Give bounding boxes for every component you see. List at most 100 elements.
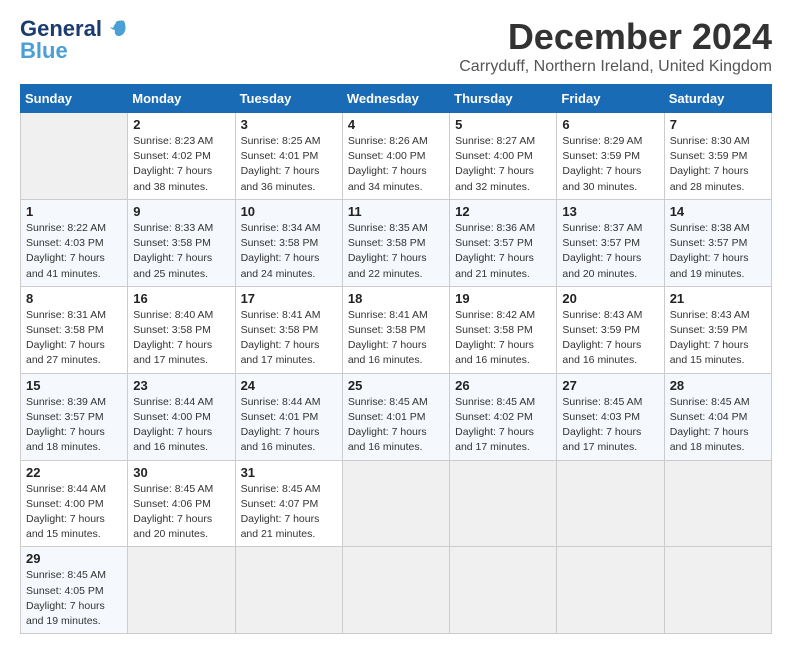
- day-info: Sunrise: 8:44 AMSunset: 4:01 PMDaylight:…: [241, 395, 337, 456]
- day-info: Sunrise: 8:35 AMSunset: 3:58 PMDaylight:…: [348, 221, 444, 282]
- calendar-week-row: 2Sunrise: 8:23 AMSunset: 4:02 PMDaylight…: [21, 113, 772, 200]
- day-number: 10: [241, 204, 337, 219]
- day-info: Sunrise: 8:45 AMSunset: 4:02 PMDaylight:…: [455, 395, 551, 456]
- day-number: 7: [670, 117, 766, 132]
- day-number: 19: [455, 291, 551, 306]
- day-number: 9: [133, 204, 229, 219]
- calendar-cell: 31 Sunrise: 8:45 AMSunset: 4:07 PMDayligh…: [235, 460, 342, 547]
- day-number: 16: [133, 291, 229, 306]
- day-info: Sunrise: 8:44 AMSunset: 4:00 PMDaylight:…: [133, 395, 229, 456]
- day-info: Sunrise: 8:29 AMSunset: 3:59 PMDaylight:…: [562, 134, 658, 195]
- day-number: 20: [562, 291, 658, 306]
- calendar-cell: [450, 547, 557, 634]
- day-info: Sunrise: 8:34 AMSunset: 3:58 PMDaylight:…: [241, 221, 337, 282]
- day-number: 15: [26, 378, 122, 393]
- day-number: 12: [455, 204, 551, 219]
- calendar-week-row: 22Sunrise: 8:44 AMSunset: 4:00 PMDayligh…: [21, 460, 772, 547]
- calendar-cell: [664, 547, 771, 634]
- calendar-cell: 17 Sunrise: 8:41 AMSunset: 3:58 PMDayligh…: [235, 286, 342, 373]
- day-info: Sunrise: 8:38 AMSunset: 3:57 PMDaylight:…: [670, 221, 766, 282]
- day-info: Sunrise: 8:36 AMSunset: 3:57 PMDaylight:…: [455, 221, 551, 282]
- calendar-cell: [342, 547, 449, 634]
- location-subtitle: Carryduff, Northern Ireland, United King…: [459, 58, 772, 76]
- calendar-cell: 19 Sunrise: 8:42 AMSunset: 3:58 PMDayligh…: [450, 286, 557, 373]
- day-number: 6: [562, 117, 658, 132]
- day-number: 18: [348, 291, 444, 306]
- calendar-cell: [450, 460, 557, 547]
- calendar-cell: [557, 547, 664, 634]
- day-info: Sunrise: 8:27 AMSunset: 4:00 PMDaylight:…: [455, 134, 551, 195]
- calendar-cell: 28Sunrise: 8:45 AMSunset: 4:04 PMDayligh…: [664, 373, 771, 460]
- day-number: 4: [348, 117, 444, 132]
- weekday-header-saturday: Saturday: [664, 85, 771, 113]
- day-info: Sunrise: 8:45 AMSunset: 4:04 PMDaylight:…: [670, 395, 766, 456]
- day-info: Sunrise: 8:45 AMSunset: 4:05 PMDaylight:…: [26, 568, 122, 629]
- day-info: Sunrise: 8:39 AMSunset: 3:57 PMDaylight:…: [26, 395, 122, 456]
- logo-bird-icon: [106, 19, 128, 39]
- calendar-cell: 21 Sunrise: 8:43 AMSunset: 3:59 PMDayligh…: [664, 286, 771, 373]
- calendar-cell: [342, 460, 449, 547]
- calendar-cell: [21, 113, 128, 200]
- calendar-cell: 11 Sunrise: 8:35 AMSunset: 3:58 PMDayligh…: [342, 199, 449, 286]
- calendar-cell: 20 Sunrise: 8:43 AMSunset: 3:59 PMDayligh…: [557, 286, 664, 373]
- day-info: Sunrise: 8:22 AMSunset: 4:03 PMDaylight:…: [26, 221, 122, 282]
- calendar-cell: 27Sunrise: 8:45 AMSunset: 4:03 PMDayligh…: [557, 373, 664, 460]
- day-info: Sunrise: 8:43 AMSunset: 3:59 PMDaylight:…: [562, 308, 658, 369]
- calendar-cell: 7 Sunrise: 8:30 AMSunset: 3:59 PMDaylight…: [664, 113, 771, 200]
- day-number: 13: [562, 204, 658, 219]
- calendar-cell: 16 Sunrise: 8:40 AMSunset: 3:58 PMDayligh…: [128, 286, 235, 373]
- day-number: 11: [348, 204, 444, 219]
- calendar-cell: 22Sunrise: 8:44 AMSunset: 4:00 PMDayligh…: [21, 460, 128, 547]
- calendar-cell: [235, 547, 342, 634]
- calendar-week-row: 29Sunrise: 8:45 AMSunset: 4:05 PMDayligh…: [21, 547, 772, 634]
- weekday-header-monday: Monday: [128, 85, 235, 113]
- calendar-cell: 30Sunrise: 8:45 AMSunset: 4:06 PMDayligh…: [128, 460, 235, 547]
- weekday-header-tuesday: Tuesday: [235, 85, 342, 113]
- calendar-cell: 5 Sunrise: 8:27 AMSunset: 4:00 PMDaylight…: [450, 113, 557, 200]
- calendar-cell: 12 Sunrise: 8:36 AMSunset: 3:57 PMDayligh…: [450, 199, 557, 286]
- day-info: Sunrise: 8:45 AMSunset: 4:03 PMDaylight:…: [562, 395, 658, 456]
- day-info: Sunrise: 8:45 AMSunset: 4:01 PMDaylight:…: [348, 395, 444, 456]
- day-number: 25: [348, 378, 444, 393]
- day-info: Sunrise: 8:33 AMSunset: 3:58 PMDaylight:…: [133, 221, 229, 282]
- calendar-cell: 3Sunrise: 8:25 AMSunset: 4:01 PMDaylight…: [235, 113, 342, 200]
- day-number: 31: [241, 465, 337, 480]
- title-area: December 2024 Carryduff, Northern Irelan…: [459, 16, 772, 76]
- weekday-header-thursday: Thursday: [450, 85, 557, 113]
- day-info: Sunrise: 8:45 AMSunset: 4:07 PMDaylight:…: [241, 482, 337, 543]
- day-info: Sunrise: 8:30 AMSunset: 3:59 PMDaylight:…: [670, 134, 766, 195]
- day-number: 23: [133, 378, 229, 393]
- calendar-cell: 25 Sunrise: 8:45 AMSunset: 4:01 PMDayligh…: [342, 373, 449, 460]
- day-number: 21: [670, 291, 766, 306]
- day-number: 3: [241, 117, 337, 132]
- calendar-table: SundayMondayTuesdayWednesdayThursdayFrid…: [20, 84, 772, 634]
- calendar-cell: 10 Sunrise: 8:34 AMSunset: 3:58 PMDayligh…: [235, 199, 342, 286]
- calendar-cell: [557, 460, 664, 547]
- day-info: Sunrise: 8:31 AMSunset: 3:58 PMDaylight:…: [26, 308, 122, 369]
- calendar-cell: 18 Sunrise: 8:41 AMSunset: 3:58 PMDayligh…: [342, 286, 449, 373]
- logo-blue: Blue: [20, 38, 68, 64]
- day-number: 2: [133, 117, 229, 132]
- calendar-cell: [128, 547, 235, 634]
- weekday-header-row: SundayMondayTuesdayWednesdayThursdayFrid…: [21, 85, 772, 113]
- day-info: Sunrise: 8:41 AMSunset: 3:58 PMDaylight:…: [348, 308, 444, 369]
- calendar-week-row: 1 Sunrise: 8:22 AMSunset: 4:03 PMDaylight…: [21, 199, 772, 286]
- day-number: 17: [241, 291, 337, 306]
- day-info: Sunrise: 8:42 AMSunset: 3:58 PMDaylight:…: [455, 308, 551, 369]
- weekday-header-friday: Friday: [557, 85, 664, 113]
- day-number: 5: [455, 117, 551, 132]
- day-info: Sunrise: 8:41 AMSunset: 3:58 PMDaylight:…: [241, 308, 337, 369]
- day-number: 26: [455, 378, 551, 393]
- page-header: General Blue December 2024 Carryduff, No…: [20, 16, 772, 76]
- weekday-header-sunday: Sunday: [21, 85, 128, 113]
- day-number: 1: [26, 204, 122, 219]
- calendar-cell: 14Sunrise: 8:38 AMSunset: 3:57 PMDayligh…: [664, 199, 771, 286]
- day-number: 24: [241, 378, 337, 393]
- day-number: 22: [26, 465, 122, 480]
- day-info: Sunrise: 8:40 AMSunset: 3:58 PMDaylight:…: [133, 308, 229, 369]
- calendar-cell: 26 Sunrise: 8:45 AMSunset: 4:02 PMDayligh…: [450, 373, 557, 460]
- weekday-header-wednesday: Wednesday: [342, 85, 449, 113]
- calendar-cell: 13Sunrise: 8:37 AMSunset: 3:57 PMDayligh…: [557, 199, 664, 286]
- logo: General Blue: [20, 16, 128, 64]
- day-info: Sunrise: 8:43 AMSunset: 3:59 PMDaylight:…: [670, 308, 766, 369]
